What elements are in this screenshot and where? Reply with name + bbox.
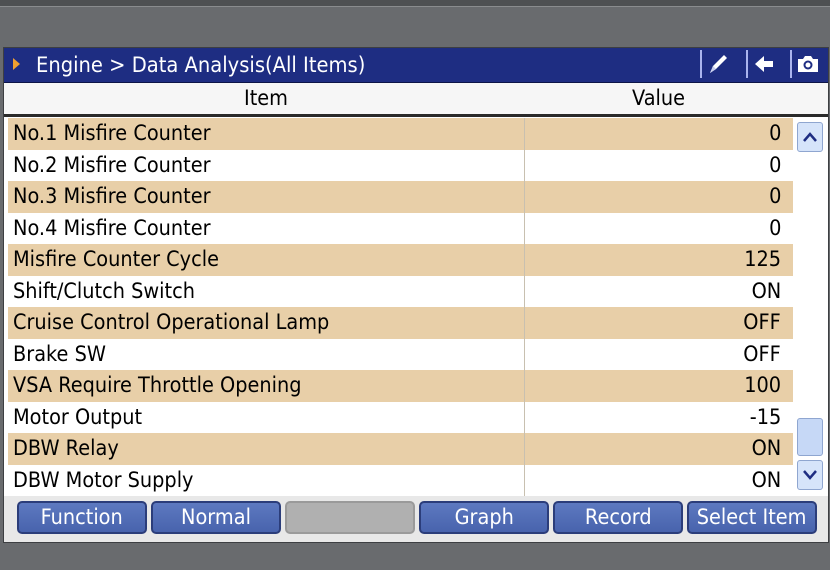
item-cell: No.1 Misfire Counter: [8, 118, 525, 150]
table-row[interactable]: DBW Relay ON: [8, 433, 793, 465]
value-cell: 100: [744, 373, 781, 397]
table-row[interactable]: Misfire Counter Cycle 125: [8, 244, 793, 276]
select-item-button[interactable]: Select Item: [687, 501, 817, 534]
scroll-thumb[interactable]: [797, 418, 823, 456]
item-cell: DBW Motor Supply: [8, 464, 525, 496]
item-cell: Brake SW: [8, 338, 525, 370]
breadcrumb: Engine > Data Analysis(All Items): [36, 53, 366, 77]
table-row[interactable]: Shift/Clutch Switch ON: [8, 275, 793, 307]
table-row[interactable]: DBW Motor Supply ON: [8, 464, 793, 496]
item-cell: Misfire Counter Cycle: [8, 244, 525, 276]
graph-button[interactable]: Graph: [419, 501, 549, 534]
chevron-down-icon: [803, 470, 817, 480]
breadcrumb-arrow-icon: [13, 58, 20, 70]
value-cell: ON: [751, 467, 781, 492]
column-header-value: Value: [632, 86, 686, 110]
item-cell: VSA Require Throttle Opening: [8, 370, 525, 402]
item-cell: Shift/Clutch Switch: [8, 275, 525, 307]
app-frame: Engine > Data Analysis(All Items) Item V…: [0, 0, 830, 570]
table-row[interactable]: No.4 Misfire Counter 0: [8, 212, 793, 244]
screenshot-button[interactable]: [790, 50, 824, 78]
table-row[interactable]: Brake SW OFF: [8, 338, 793, 370]
value-cell: ON: [751, 436, 781, 460]
value-cell: ON: [751, 278, 781, 303]
table-header: Item Value: [4, 83, 828, 117]
function-button-bar: Function Normal Graph Record Select Item: [4, 496, 828, 542]
pen-button[interactable]: [700, 50, 734, 78]
blank-button: [285, 501, 415, 534]
value-cell: -15: [749, 404, 781, 429]
normal-button[interactable]: Normal: [151, 501, 281, 534]
value-cell: OFF: [743, 310, 781, 334]
item-cell: No.3 Misfire Counter: [8, 181, 525, 213]
table-row[interactable]: VSA Require Throttle Opening 100: [8, 370, 793, 402]
item-cell: Motor Output: [8, 401, 525, 433]
table-row[interactable]: No.1 Misfire Counter 0: [8, 118, 793, 150]
value-cell: OFF: [743, 341, 781, 366]
value-cell: 125: [744, 247, 781, 271]
table-row[interactable]: Motor Output -15: [8, 401, 793, 433]
data-analysis-panel: Engine > Data Analysis(All Items) Item V…: [3, 47, 829, 543]
scroll-down-button[interactable]: [797, 460, 823, 490]
table-row[interactable]: No.2 Misfire Counter 0: [8, 149, 793, 181]
value-cell: 0: [768, 215, 781, 240]
record-button[interactable]: Record: [553, 501, 683, 534]
scroll-up-button[interactable]: [797, 122, 823, 152]
item-cell: Cruise Control Operational Lamp: [8, 307, 525, 339]
value-cell: 0: [768, 121, 781, 145]
value-cell: 0: [768, 152, 781, 177]
item-cell: No.4 Misfire Counter: [8, 212, 525, 244]
title-bar: Engine > Data Analysis(All Items): [4, 48, 828, 83]
pen-icon: [710, 55, 727, 73]
column-header-item: Item: [244, 86, 288, 110]
camera-icon: [798, 56, 818, 72]
back-button[interactable]: [746, 50, 780, 78]
item-cell: No.2 Misfire Counter: [8, 149, 525, 181]
item-cell: DBW Relay: [8, 433, 525, 465]
table-row[interactable]: Cruise Control Operational Lamp OFF: [8, 307, 793, 339]
function-button[interactable]: Function: [17, 501, 147, 534]
value-cell: 0: [768, 184, 781, 208]
data-table: No.1 Misfire Counter 0 No.2 Misfire Coun…: [8, 118, 793, 496]
back-arrow-icon: [755, 56, 773, 72]
chevron-up-icon: [803, 132, 817, 142]
table-row[interactable]: No.3 Misfire Counter 0: [8, 181, 793, 213]
vertical-scrollbar[interactable]: [795, 118, 825, 494]
top-edge: [0, 0, 830, 7]
